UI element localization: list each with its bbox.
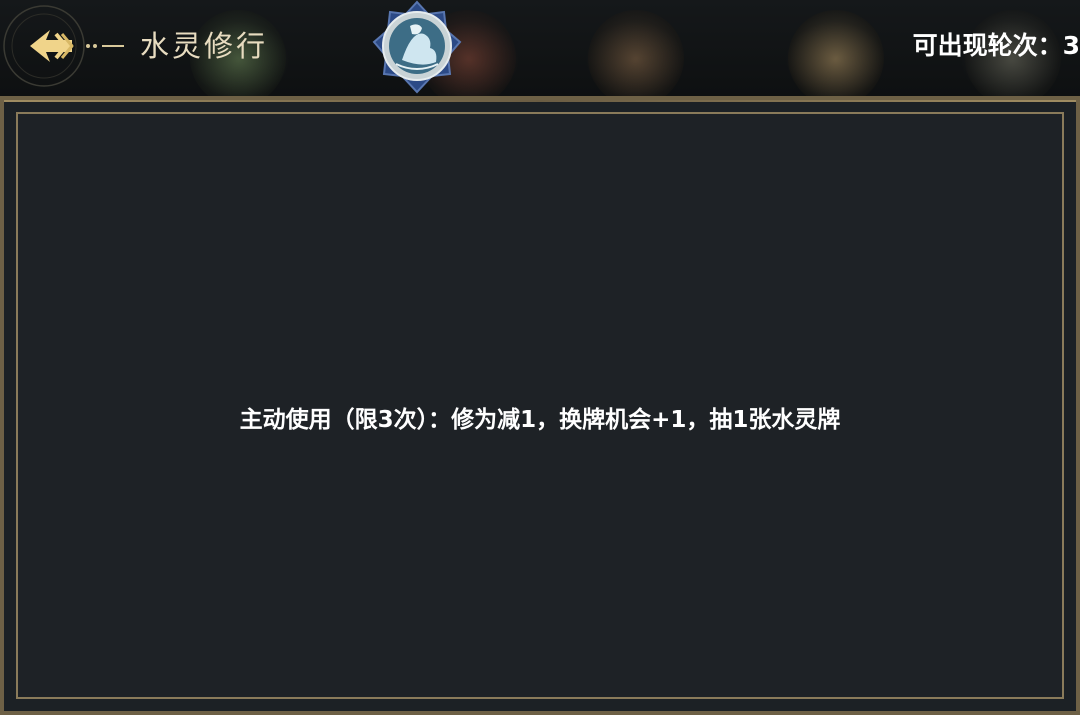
screen: 水灵修行 可出现轮次：3 主动使用（限3次）：修为减1，换牌机会+1，抽1张水灵… xyxy=(0,0,1080,715)
back-button[interactable] xyxy=(0,4,130,88)
background-orb xyxy=(788,10,884,106)
back-arrow-icon xyxy=(3,5,124,87)
top-bar: 水灵修行 可出现轮次：3 xyxy=(0,0,1080,106)
water-spirit-emblem-icon[interactable] xyxy=(372,0,462,96)
card-effect-text: 主动使用（限3次）：修为减1，换牌机会+1，抽1张水灵牌 xyxy=(239,407,841,433)
background-orb xyxy=(588,10,684,106)
card-detail-panel: 主动使用（限3次）：修为减1，换牌机会+1，抽1张水灵牌 xyxy=(0,96,1080,715)
round-count-label: 可出现轮次：3 xyxy=(912,31,1080,60)
card-detail-inner-frame: 主动使用（限3次）：修为减1，换牌机会+1，抽1张水灵牌 xyxy=(16,112,1064,699)
page-title: 水灵修行 xyxy=(140,29,269,63)
panel-edge xyxy=(4,100,1076,102)
